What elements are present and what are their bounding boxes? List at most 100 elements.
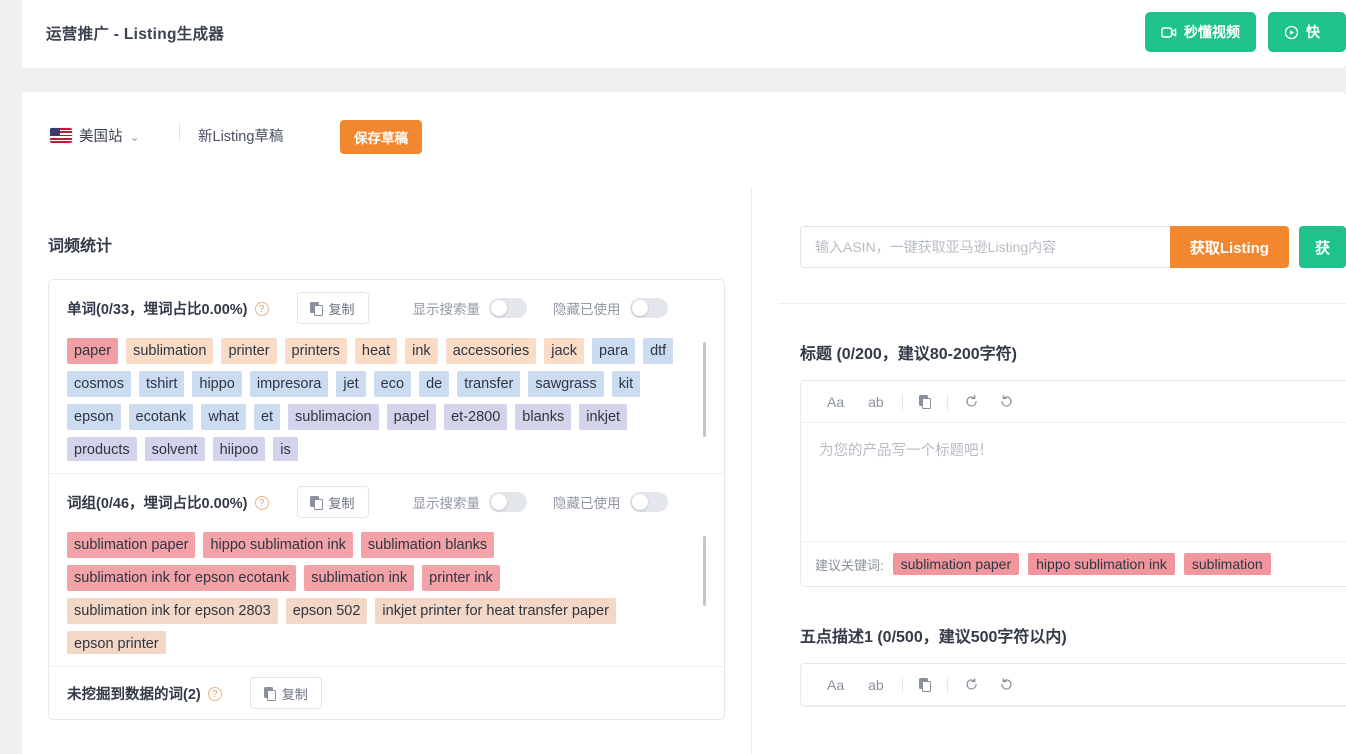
keyword-tag[interactable]: eco <box>373 371 412 397</box>
no-data-words-label: 未挖掘到数据的词(2) <box>67 686 201 703</box>
keyword-tag[interactable]: is <box>273 437 298 461</box>
keyword-tag[interactable]: epson 502 <box>285 598 368 624</box>
copy-no-data-button[interactable]: 复制 <box>249 677 322 709</box>
toggle-hide-used-phrase-label: 隐藏已使用 <box>553 496 621 511</box>
suggested-keyword[interactable]: sublimation paper <box>892 553 1020 575</box>
keyword-tag[interactable]: kit <box>611 371 641 397</box>
keyword-tag[interactable]: printers <box>284 338 347 364</box>
toggle-hide-used-phrase-switch[interactable] <box>629 492 668 512</box>
help-icon[interactable]: ? <box>254 302 269 316</box>
video-guide-button[interactable]: 秒懂视频 <box>1145 12 1256 52</box>
title-editor-textarea[interactable]: 为您的产品写一个标题吧！ <box>801 423 1346 541</box>
undo-icon[interactable] <box>954 677 989 692</box>
font-case-button[interactable]: Aa <box>815 381 856 422</box>
keyword-tag[interactable]: sublimation <box>126 338 214 364</box>
keyword-tag[interactable]: hippo <box>192 371 242 397</box>
word-scrollbar-thumb[interactable] <box>703 342 706 437</box>
keyword-tag[interactable]: paper <box>67 338 119 364</box>
toggle-hide-used[interactable]: 隐藏已使用 <box>553 298 668 318</box>
keyword-tag[interactable]: sublimation ink for epson 2803 <box>67 598 278 624</box>
keyword-tag[interactable]: sawgrass <box>528 371 604 397</box>
keyword-tag[interactable]: printer ink <box>422 565 500 591</box>
help-icon[interactable]: ? <box>254 496 269 510</box>
site-label: 美国站 <box>79 129 123 145</box>
toggle-hide-used-switch[interactable] <box>629 298 668 318</box>
keyword-tag[interactable]: epson <box>67 404 121 430</box>
header-actions: 秒懂视频 快 <box>1145 12 1346 52</box>
title-editor: Aa ab 为您的产品写一个标题吧！ 建议关键词: sublimation pa… <box>800 380 1346 587</box>
keyword-tag[interactable]: dtf <box>643 338 674 364</box>
toolbar-divider <box>901 393 903 410</box>
keyword-tag[interactable]: de <box>419 371 450 397</box>
draft-name[interactable]: 新Listing草稿 <box>198 125 283 146</box>
toggle-search-volume-switch[interactable] <box>489 298 527 318</box>
video-guide-label: 秒懂视频 <box>1184 24 1240 40</box>
keyword-tag[interactable]: et-2800 <box>444 404 508 430</box>
word-group-header: 单词(0/33，埋词占比0.00%) ? 复制 显示搜索量 隐藏已使用 <box>49 280 724 336</box>
keyword-tag[interactable]: products <box>67 437 137 461</box>
word-tag-scroll[interactable]: paper sublimation printer printers heat ink ac… <box>63 336 710 461</box>
keyword-tag[interactable]: impresora <box>249 371 329 397</box>
toggle-hide-used-phrase[interactable]: 隐藏已使用 <box>553 492 668 512</box>
bullet-editor: Aa ab <box>800 663 1346 707</box>
keyword-tag[interactable]: ecotank <box>128 404 194 430</box>
suggested-keyword[interactable]: sublimation <box>1183 553 1271 575</box>
undo-icon[interactable] <box>954 394 989 409</box>
toolbar-divider <box>179 124 180 141</box>
toggle-search-volume[interactable]: 显示搜索量 <box>412 298 527 318</box>
toggle-search-volume-phrase-switch[interactable] <box>489 492 527 512</box>
save-draft-button[interactable]: 保存草稿 <box>340 120 422 154</box>
keyword-tag[interactable]: sublimation blanks <box>360 532 495 558</box>
copy-phrases-button[interactable]: 复制 <box>296 486 369 518</box>
keyword-tag[interactable]: epson printer <box>67 631 166 654</box>
copy-words-button[interactable]: 复制 <box>296 292 369 324</box>
toggle-search-volume-phrase[interactable]: 显示搜索量 <box>413 492 527 512</box>
keyword-tag[interactable]: hiipoo <box>212 437 266 461</box>
chevron-down-icon: ⌄ <box>129 129 140 144</box>
font-case-button[interactable]: Aa <box>815 664 856 705</box>
keyword-tag[interactable]: sublimation ink <box>304 565 415 591</box>
keyword-tag[interactable]: et <box>253 404 281 430</box>
word-frequency-box: 单词(0/33，埋词占比0.00%) ? 复制 显示搜索量 隐藏已使用 pape… <box>48 279 725 720</box>
suggested-keyword[interactable]: hippo sublimation ink <box>1028 553 1175 575</box>
listing-editor-pane: 获取Listing 获 标题 (0/200，建议80-200字符) Aa ab <box>778 188 1346 754</box>
keyword-tag[interactable]: printer <box>221 338 277 364</box>
phrase-scrollbar-thumb[interactable] <box>703 536 706 606</box>
quick-start-button[interactable]: 快 <box>1268 12 1346 52</box>
keyword-tag[interactable]: transfer <box>457 371 521 397</box>
help-icon[interactable]: ? <box>207 687 222 701</box>
asin-input[interactable] <box>800 226 1170 268</box>
keyword-tag[interactable]: blanks <box>515 404 572 430</box>
redo-icon[interactable] <box>989 677 1024 692</box>
keyword-tag[interactable]: cosmos <box>67 371 131 397</box>
keyword-tag[interactable]: jet <box>336 371 366 397</box>
keyword-tag[interactable]: inkjet <box>579 404 628 430</box>
generate-button[interactable]: 获 <box>1298 226 1346 268</box>
site-selector[interactable]: 美国站 ⌄ <box>50 125 140 146</box>
title-field-label: 标题 (0/200，建议80-200字符) <box>800 346 1017 363</box>
keyword-tag[interactable]: sublimacion <box>288 404 379 430</box>
keyword-tag[interactable]: ink <box>405 338 438 364</box>
copy-icon[interactable] <box>909 678 941 692</box>
font-lowercase-button[interactable]: ab <box>856 664 896 705</box>
keyword-tag[interactable]: inkjet printer for heat transfer paper <box>375 598 616 624</box>
copy-icon[interactable] <box>909 395 941 409</box>
sub-toolbar: 美国站 ⌄ 新Listing草稿 保存草稿 <box>22 92 1346 182</box>
keyword-tag[interactable]: papel <box>386 404 437 430</box>
font-lowercase-button[interactable]: ab <box>856 381 896 422</box>
keyword-tag[interactable]: tshirt <box>138 371 185 397</box>
keyword-tag[interactable]: what <box>201 404 246 430</box>
toggle-search-volume-label: 显示搜索量 <box>412 302 481 317</box>
word-group-label: 单词(0/33，埋词占比0.00%) <box>67 301 248 318</box>
keyword-tag[interactable]: sublimation paper <box>67 532 196 558</box>
keyword-tag[interactable]: jack <box>544 338 585 364</box>
get-listing-button[interactable]: 获取Listing <box>1169 226 1289 268</box>
keyword-tag[interactable]: accessories <box>445 338 537 364</box>
phrase-tag-scroll[interactable]: sublimation paper hippo sublimation ink su… <box>63 530 710 654</box>
keyword-tag[interactable]: sublimation ink for epson ecotank <box>67 565 297 591</box>
keyword-tag[interactable]: solvent <box>144 437 205 461</box>
keyword-tag[interactable]: heat <box>354 338 398 364</box>
keyword-tag[interactable]: hippo sublimation ink <box>203 532 353 558</box>
redo-icon[interactable] <box>989 394 1024 409</box>
keyword-tag[interactable]: para <box>592 338 636 364</box>
